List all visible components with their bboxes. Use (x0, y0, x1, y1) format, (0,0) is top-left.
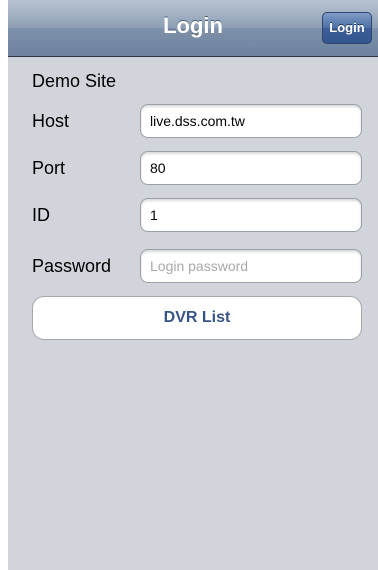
navigation-bar: Login Login (8, 0, 378, 57)
password-input[interactable] (140, 249, 362, 283)
password-label: Password (32, 256, 112, 276)
host-input[interactable] (140, 104, 362, 138)
id-label: ID (32, 205, 50, 225)
port-input[interactable] (140, 151, 362, 185)
app-screen: Login Login Demo Site Host Port ID Passw… (8, 0, 378, 570)
site-name-label: Demo Site (32, 71, 117, 91)
host-label: Host (32, 111, 70, 131)
id-input[interactable] (140, 198, 362, 232)
login-button[interactable]: Login (322, 12, 372, 44)
port-label: Port (32, 158, 66, 178)
dvr-list-button[interactable]: DVR List (32, 296, 362, 340)
